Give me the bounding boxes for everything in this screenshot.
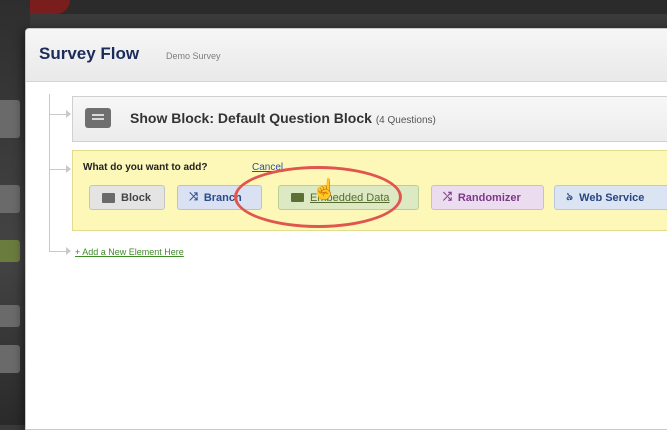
- block-icon: [85, 108, 111, 128]
- branch-icon: ⤨: [189, 191, 198, 203]
- block-icon: [102, 192, 115, 203]
- block-title: Show Block: Default Question Block (4 Qu…: [130, 110, 436, 126]
- web-service-icon: ৯: [566, 191, 574, 203]
- block-question-count: (4 Questions): [375, 115, 436, 126]
- add-web-service-button[interactable]: ৯ Web Service: [554, 185, 667, 210]
- app-background-top: [0, 0, 667, 14]
- add-element-prompt: What do you want to add?: [83, 162, 208, 173]
- randomizer-icon: ⤮: [443, 191, 452, 203]
- survey-flow-modal: Survey Flow Demo Survey Show Block: Defa…: [25, 28, 667, 430]
- show-block-element[interactable]: Show Block: Default Question Block (4 Qu…: [72, 96, 667, 142]
- add-randomizer-button[interactable]: ⤮ Randomizer: [431, 185, 544, 210]
- survey-name: Demo Survey: [166, 51, 221, 61]
- add-web-service-label: Web Service: [579, 191, 645, 204]
- add-block-label: Block: [121, 191, 151, 204]
- add-randomizer-label: Randomizer: [457, 191, 521, 204]
- flow-arrow-icon: [49, 157, 71, 173]
- background-tab: [0, 100, 20, 138]
- background-tab: [0, 185, 20, 213]
- flow-connector-line: [49, 94, 50, 252]
- background-tab: [0, 345, 20, 373]
- block-title-text: Show Block: Default Question Block: [130, 110, 372, 126]
- hand-cursor-icon: ☝: [312, 179, 337, 201]
- add-block-button[interactable]: Block: [89, 185, 165, 210]
- flow-arrow-icon: [49, 239, 71, 255]
- modal-header: Survey Flow Demo Survey: [26, 29, 667, 82]
- background-tab: [0, 240, 20, 262]
- background-tab: [0, 305, 20, 327]
- flow-arrow-icon: [49, 102, 71, 118]
- add-new-element-link[interactable]: + Add a New Element Here: [75, 247, 184, 257]
- modal-title: Survey Flow: [39, 44, 140, 63]
